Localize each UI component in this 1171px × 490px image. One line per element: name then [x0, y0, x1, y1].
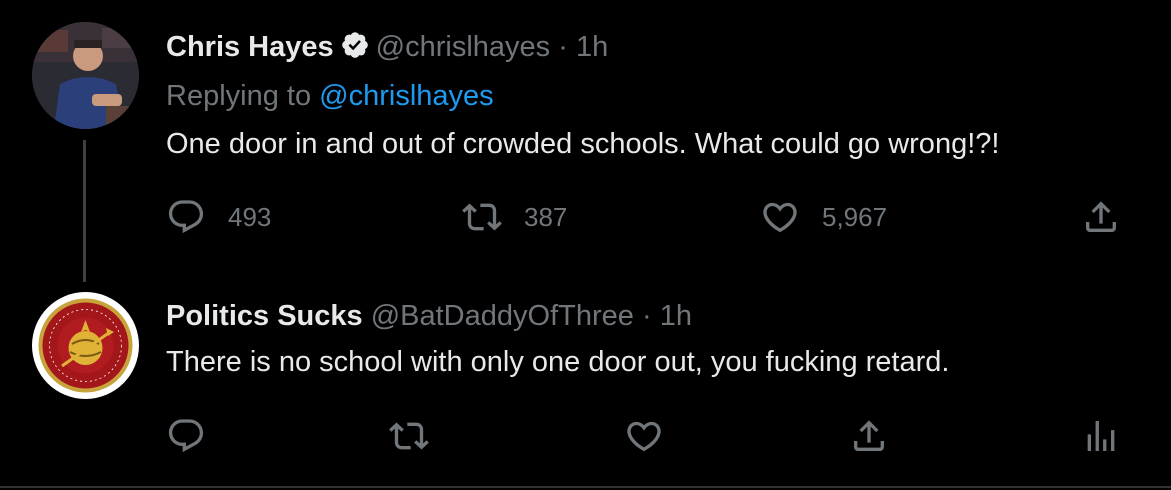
tweet-actions: 493 387 5,967 [166, 197, 1121, 237]
marine-corps-seal [32, 292, 139, 399]
reply-button[interactable]: 493 [166, 197, 271, 237]
like-button[interactable]: 5,967 [760, 197, 887, 237]
tweet-header: Politics Sucks @BatDaddyOfThree · 1h [166, 300, 692, 333]
share-button[interactable] [849, 416, 889, 456]
retweet-count: 387 [524, 201, 568, 232]
like-button[interactable] [624, 416, 664, 456]
replying-to-line: Replying to @chrislhayes [166, 80, 494, 113]
handle[interactable]: @chrislhayes [376, 31, 551, 63]
share-icon [1081, 197, 1121, 237]
dot-separator: · [641, 300, 652, 332]
dot-separator: · [558, 31, 568, 63]
retweet-button[interactable] [389, 416, 429, 456]
reply-button[interactable] [166, 416, 206, 456]
heart-icon [760, 197, 800, 237]
retweet-icon [389, 416, 429, 456]
like-count: 5,967 [822, 201, 888, 232]
tweet-chris-hayes[interactable]: Chris Hayes @chrislhayes · 1h Replying to… [0, 0, 1171, 270]
avatar-photo [32, 22, 139, 129]
display-name[interactable]: Politics Sucks [166, 300, 363, 332]
avatar[interactable] [32, 292, 139, 399]
tweet-actions [166, 416, 1121, 456]
retweet-icon [462, 197, 502, 237]
heart-icon [624, 416, 664, 456]
tweet-politics-sucks[interactable]: Politics Sucks @BatDaddyOfThree · 1h The… [0, 270, 1171, 488]
share-button[interactable] [1081, 197, 1121, 237]
retweet-button[interactable]: 387 [462, 197, 567, 237]
share-icon [849, 416, 889, 456]
reply-icon [166, 416, 206, 456]
reply-count: 493 [228, 201, 272, 232]
tweet-text: There is no school with only one door ou… [166, 346, 950, 378]
analytics-icon [1081, 416, 1121, 456]
timestamp[interactable]: 1h [576, 31, 608, 63]
replying-to-link[interactable]: @chrislhayes [319, 80, 494, 112]
divider [0, 486, 1171, 488]
timestamp[interactable]: 1h [660, 300, 692, 332]
tweet-header: Chris Hayes @chrislhayes · 1h [166, 30, 608, 68]
verified-badge-icon [340, 30, 370, 68]
handle[interactable]: @BatDaddyOfThree [371, 300, 634, 332]
analytics-button[interactable] [1081, 416, 1121, 456]
replying-to-prefix: Replying to [166, 80, 312, 112]
tweet-text: One door in and out of crowded schools. … [166, 128, 1000, 160]
display-name[interactable]: Chris Hayes [166, 31, 334, 63]
avatar[interactable] [32, 22, 139, 129]
reply-icon [166, 197, 206, 237]
